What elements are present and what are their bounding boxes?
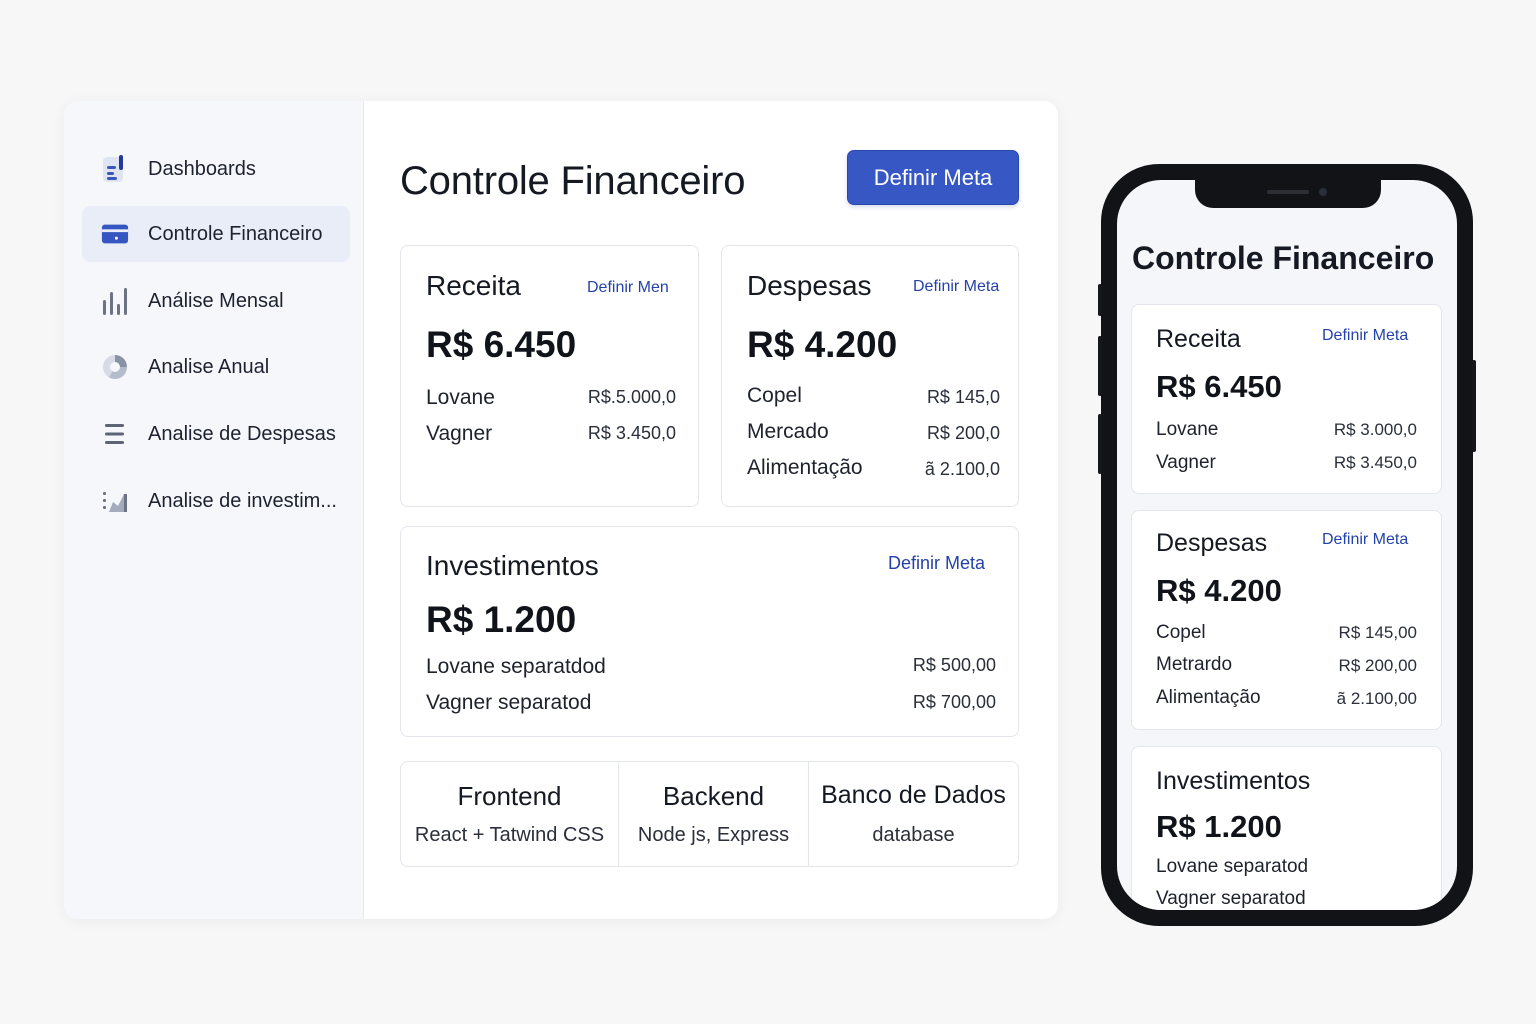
row-name: Alimentação <box>747 456 863 479</box>
page-title: Controle Financeiro <box>400 159 746 203</box>
row-value: ã 2.100,0 <box>924 459 1000 479</box>
phone-side-button <box>1098 284 1102 316</box>
card-title: Receita <box>1156 325 1241 353</box>
mobile-page-title: Controle Financeiro <box>1132 240 1435 276</box>
row-name: Mercado <box>747 420 829 443</box>
phone-frame: Controle Financeiro Receita Definir Meta… <box>1098 164 1476 926</box>
row-name: Alimentação <box>1156 687 1261 708</box>
tech-backend: Backend Node js, Express <box>619 762 809 866</box>
row-value: R$ 3.450,0 <box>587 423 676 443</box>
row-name: Vagner <box>426 422 493 445</box>
desktop-window: Dashboards Controle Financeiro Análise M… <box>64 101 1058 919</box>
tech-desc: database <box>872 824 955 846</box>
investimentos-card: Investimentos Definir Meta R$ 1.200 Lova… <box>400 526 1019 737</box>
row-name: Lovane separatod <box>1156 856 1309 877</box>
card-title: Receita <box>426 270 521 301</box>
sidebar-item-label: Controle Financeiro <box>148 222 323 245</box>
phone-power-button <box>1472 360 1476 452</box>
sidebar-item-label: Análise Mensal <box>148 289 284 312</box>
card-title: Despesas <box>747 270 872 301</box>
row-value: R$ 700,00 <box>912 692 996 712</box>
mobile-despesas-card: Despesas Definir Meta R$ 4.200 Copel R$ … <box>1131 510 1442 730</box>
tech-stack: Frontend React + Tatwind CSS Backend Nod… <box>400 761 1019 867</box>
define-goal-button[interactable]: Definir Meta <box>847 150 1019 205</box>
sidebar-item-dashboards[interactable]: Dashboards <box>82 141 350 197</box>
define-goal-link[interactable]: Definir Meta <box>888 553 985 574</box>
define-goal-link[interactable]: Definir Men <box>587 279 669 297</box>
row-value: R$ 145,00 <box>1338 623 1417 642</box>
main-content: Controle Financeiro Definir Meta Receita… <box>364 101 1058 919</box>
dashboard-icon <box>101 155 129 183</box>
card-amount: R$ 4.200 <box>747 324 898 365</box>
list-icon <box>101 420 129 448</box>
despesas-card: Despesas Definir Meta R$ 4.200 Copel R$ … <box>721 245 1019 507</box>
card-amount: R$ 1.200 <box>426 599 577 640</box>
tech-name: Banco de Dados <box>821 781 1006 809</box>
card-amount: R$ 1.200 <box>1156 809 1282 844</box>
sidebar-item-controle-financeiro[interactable]: Controle Financeiro <box>82 206 350 262</box>
phone-notch <box>1195 180 1381 208</box>
sidebar: Dashboards Controle Financeiro Análise M… <box>64 101 364 919</box>
card-title: Investimentos <box>426 550 599 581</box>
card-amount: R$ 6.450 <box>1156 369 1282 404</box>
row-name: Lovane separatdod <box>426 655 606 678</box>
tech-frontend: Frontend React + Tatwind CSS <box>401 762 619 866</box>
card-amount: R$ 6.450 <box>426 324 577 365</box>
row-name: Vagner separatod <box>426 691 592 714</box>
row-name: Copel <box>1156 622 1206 643</box>
row-value: R$ 3.450,0 <box>1333 453 1417 472</box>
phone-volume-down-button <box>1098 414 1102 474</box>
row-value: R$.5.000,0 <box>587 387 676 407</box>
pie-chart-icon <box>101 353 129 381</box>
row-name: Lovane <box>426 386 495 409</box>
sidebar-item-analise-anual[interactable]: Analise Anual <box>82 339 350 395</box>
receita-card: Receita Definir Men R$ 6.450 Lovane R$.5… <box>400 245 699 507</box>
tech-name: Frontend <box>457 781 562 811</box>
row-name: Copel <box>747 384 802 407</box>
define-goal-link[interactable]: Definir Meta <box>913 278 999 296</box>
define-goal-link[interactable]: Definir Meta <box>1322 531 1408 549</box>
sidebar-item-label: Analise Anual <box>148 355 270 378</box>
row-name: Lovane <box>1156 419 1219 440</box>
card-title: Investimentos <box>1156 767 1311 795</box>
row-name: Vagner separatod <box>1156 888 1306 909</box>
row-value: R$ 3.000,0 <box>1333 420 1417 439</box>
row-value: R$ 145,0 <box>926 387 1000 407</box>
row-value: R$ 200,00 <box>1338 656 1417 675</box>
phone-screen: Controle Financeiro Receita Definir Meta… <box>1117 180 1457 910</box>
card-title: Despesas <box>1156 529 1268 557</box>
sidebar-item-label: Analise de investim... <box>148 489 337 512</box>
sidebar-item-label: Dashboards <box>148 157 256 180</box>
row-value: ã 2.100,00 <box>1336 689 1417 708</box>
tech-desc: React + Tatwind CSS <box>414 824 605 846</box>
mobile-investimentos-card: Investimentos R$ 1.200 Lovane separatod … <box>1131 746 1442 910</box>
camera-icon <box>1319 188 1327 196</box>
card-icon <box>101 220 129 248</box>
row-value: R$ 500,00 <box>912 655 996 675</box>
row-name: Vagner <box>1156 452 1216 473</box>
bar-chart-icon <box>101 287 129 315</box>
row-value: R$ 200,0 <box>926 423 1000 443</box>
sidebar-item-label: Analise de Despesas <box>148 422 336 445</box>
define-goal-link[interactable]: Definir Meta <box>1322 327 1408 345</box>
tech-desc: Node js, Express <box>637 824 790 846</box>
sidebar-item-analise-despesas[interactable]: Analise de Despesas <box>82 406 350 462</box>
area-chart-icon <box>101 487 129 515</box>
card-amount: R$ 4.200 <box>1156 573 1282 608</box>
speaker-icon <box>1267 190 1309 194</box>
tech-name: Backend <box>662 781 765 811</box>
tech-database: Banco de Dados database <box>809 762 1018 866</box>
phone-volume-up-button <box>1098 336 1102 396</box>
sidebar-item-analise-investimentos[interactable]: Analise de investim... <box>82 473 350 529</box>
row-name: Metrardo <box>1156 654 1233 675</box>
mobile-receita-card: Receita Definir Meta R$ 6.450 Lovane R$ … <box>1131 304 1442 494</box>
sidebar-item-analise-mensal[interactable]: Análise Mensal <box>82 273 350 329</box>
